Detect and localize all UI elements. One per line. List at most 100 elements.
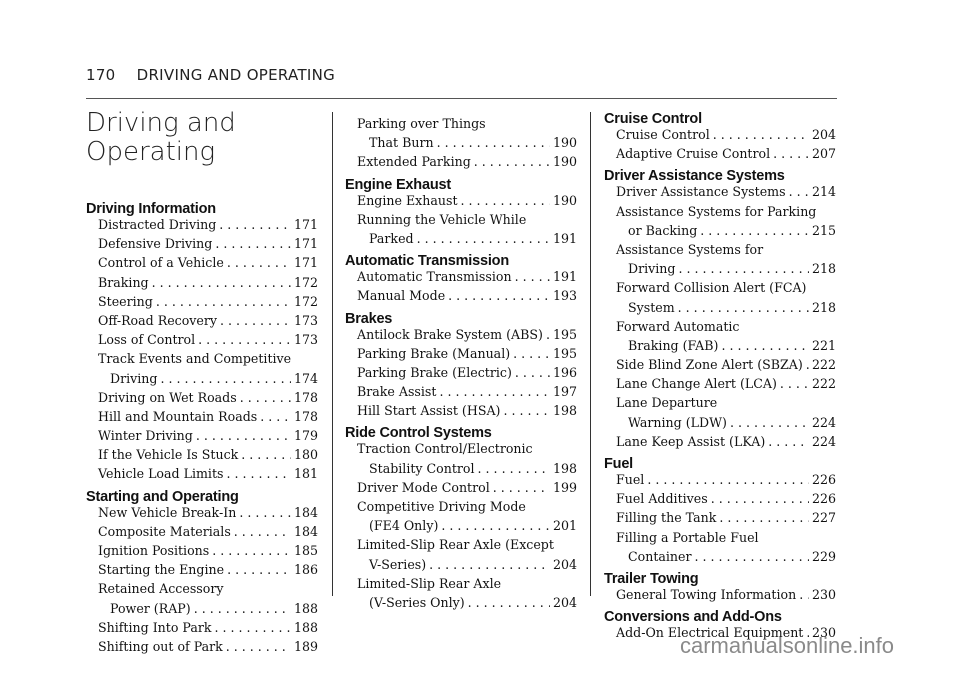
- dot-leader: [215, 234, 291, 253]
- toc-entry[interactable]: Filling the Tank 227: [604, 508, 836, 527]
- entry-page: 227: [811, 510, 836, 526]
- toc-entry[interactable]: Braking 172: [86, 273, 318, 292]
- toc-entry[interactable]: Parking Brake (Electric) 196: [345, 363, 577, 382]
- page-number: 170: [86, 66, 116, 84]
- entry-title: Filling a Portable Fuel: [616, 529, 759, 545]
- toc-entry[interactable]: If the Vehicle Is Stuck 180: [86, 445, 318, 464]
- toc-entry[interactable]: Starting the Engine 186: [86, 560, 318, 579]
- entry-page: 188: [293, 600, 318, 616]
- section-heading: Automatic Transmission: [345, 253, 509, 270]
- toc-entry[interactable]: V-Series) 204: [345, 555, 577, 574]
- entry-title: Braking: [98, 274, 149, 290]
- toc-entry[interactable]: Vehicle Load Limits 181: [86, 464, 318, 483]
- entry-page: 172: [293, 293, 318, 309]
- dot-leader: [429, 555, 550, 574]
- toc-entry[interactable]: Manual Mode 193: [345, 286, 577, 305]
- toc-entry[interactable]: Side Blind Zone Alert (SBZA) 222: [604, 355, 836, 374]
- toc-entry-line[interactable]: Limited-Slip Rear Axle (Except: [345, 535, 577, 554]
- entry-title: Lane Keep Assist (LKA): [616, 433, 766, 449]
- toc-entry[interactable]: (FE4 Only) 201: [345, 516, 577, 535]
- section-heading: Fuel: [604, 456, 634, 472]
- toc-entry[interactable]: Container 229: [604, 547, 836, 566]
- toc-column-2: Parking over ThingsThat Burn190Extended …: [345, 114, 577, 612]
- dot-leader: [260, 407, 291, 426]
- toc-entry[interactable]: Driver Mode Control 199: [345, 478, 577, 497]
- dot-leader: [227, 560, 291, 579]
- toc-entry[interactable]: Parking Brake (Manual) 195: [345, 344, 577, 363]
- entry-page: 199: [552, 479, 577, 495]
- toc-entry-line[interactable]: Forward Collision Alert (FCA): [604, 278, 836, 297]
- entry-page: 191: [552, 230, 577, 246]
- toc-entry[interactable]: or Backing 215: [604, 221, 836, 240]
- dot-leader: [721, 336, 809, 355]
- dot-leader: [196, 426, 291, 445]
- dot-leader: [448, 286, 550, 305]
- toc-entry[interactable]: Loss of Control 173: [86, 330, 318, 349]
- toc-entry[interactable]: Driving 218: [604, 259, 836, 278]
- toc-entry[interactable]: Power (RAP) 188: [86, 599, 318, 618]
- toc-entry[interactable]: Steering 172: [86, 292, 318, 311]
- dot-leader: [719, 508, 809, 527]
- toc-entry-line[interactable]: Track Events and Competitive: [86, 349, 318, 368]
- entry-title: Defensive Driving: [98, 236, 213, 252]
- entry-title: Manual Mode: [357, 288, 446, 304]
- entry-title-cont: V-Series): [369, 556, 427, 572]
- toc-entry[interactable]: Shifting Into Park 188: [86, 618, 318, 637]
- toc-entry[interactable]: Driving 174: [86, 369, 318, 388]
- entry-title-cont: (V-Series Only): [369, 594, 465, 610]
- dot-leader: [417, 229, 550, 248]
- dot-leader: [773, 144, 809, 163]
- entry-title: Retained Accessory: [98, 581, 224, 597]
- entry-title-cont: Stability Control: [369, 460, 475, 476]
- entry-page: 193: [552, 288, 577, 304]
- toc-entry-line[interactable]: Assistance Systems for: [604, 240, 836, 259]
- toc-entry[interactable]: Ignition Positions 185: [86, 541, 318, 560]
- dot-leader: [226, 464, 290, 483]
- toc-entry[interactable]: Adaptive Cruise Control 207: [604, 144, 836, 163]
- toc-entry[interactable]: Driving on Wet Roads 178: [86, 388, 318, 407]
- toc-entry-line[interactable]: Retained Accessory: [86, 579, 318, 598]
- toc-entry[interactable]: Brake Assist 197: [345, 382, 577, 401]
- toc-entry-line[interactable]: Limited-Slip Rear Axle: [345, 574, 577, 593]
- toc-entry[interactable]: Lane Keep Assist (LKA) 224: [604, 432, 836, 451]
- toc-entry-line[interactable]: Filling a Portable Fuel: [604, 528, 836, 547]
- toc-entry[interactable]: Hill Start Assist (HSA) 198: [345, 401, 577, 420]
- toc-entry[interactable]: Stability Control 198: [345, 459, 577, 478]
- dot-leader: [220, 311, 291, 330]
- toc-entry[interactable]: Lane Change Alert (LCA) 222: [604, 374, 836, 393]
- entry-title-cont: Parked: [369, 230, 414, 246]
- chapter-title-line: Operating: [86, 137, 216, 167]
- toc-entry[interactable]: (V-Series Only) 204: [345, 593, 577, 612]
- toc-entry-line[interactable]: Lane Departure: [604, 393, 836, 412]
- toc-entry-line[interactable]: Running the Vehicle While: [345, 210, 577, 229]
- entry-page: 198: [552, 460, 577, 476]
- toc-entry[interactable]: Hill and Mountain Roads 178: [86, 407, 318, 426]
- toc-entry[interactable]: Parked 191: [345, 229, 577, 248]
- dot-leader: [441, 516, 550, 535]
- toc-entry[interactable]: Control of a Vehicle 171: [86, 253, 318, 272]
- toc-entry[interactable]: Winter Driving 179: [86, 426, 318, 445]
- entry-page: 204: [552, 594, 577, 610]
- toc-entry[interactable]: Off-Road Recovery 173: [86, 311, 318, 330]
- toc-entry[interactable]: Extended Parking 190: [345, 152, 577, 171]
- toc-entry[interactable]: Warning (LDW) 224: [604, 413, 836, 432]
- dot-leader: [156, 292, 291, 311]
- toc-entry[interactable]: Fuel Additives 226: [604, 489, 836, 508]
- toc-entry[interactable]: System 218: [604, 298, 836, 317]
- toc-entry[interactable]: Shifting out of Park 189: [86, 637, 318, 656]
- toc-entry-line[interactable]: Forward Automatic: [604, 317, 836, 336]
- entry-title: Shifting Into Park: [98, 619, 212, 635]
- toc-entry[interactable]: That Burn 190: [345, 133, 577, 152]
- entry-title: Competitive Driving Mode: [357, 499, 526, 514]
- toc-entry[interactable]: Defensive Driving 171: [86, 234, 318, 253]
- entry-title: Loss of Control: [98, 332, 196, 348]
- toc-entry-line[interactable]: Parking over Things: [345, 114, 577, 133]
- dot-leader: [780, 374, 809, 393]
- entry-page: 189: [293, 638, 318, 654]
- toc-entry-line[interactable]: Assistance Systems for Parking: [604, 202, 836, 221]
- entry-page: 196: [552, 364, 577, 380]
- toc-entry[interactable]: Braking (FAB) 221: [604, 336, 836, 355]
- entry-page: 173: [293, 332, 318, 348]
- toc-entry-line[interactable]: Competitive Driving Mode: [345, 497, 577, 516]
- toc-entry[interactable]: Composite Materials 184: [86, 522, 318, 541]
